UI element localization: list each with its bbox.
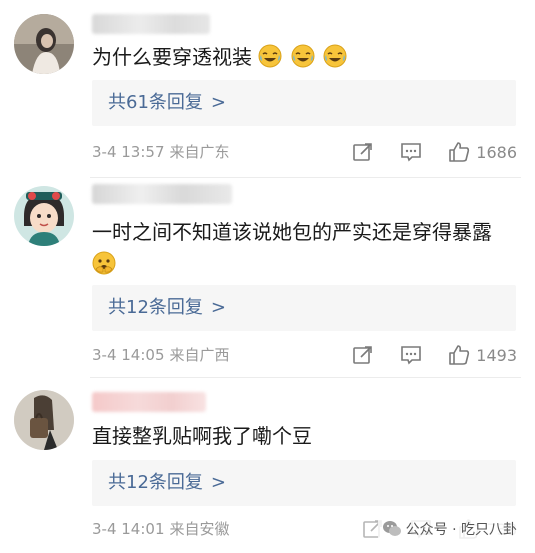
- laugh-cry-emoji-icon: [291, 44, 315, 68]
- replies-label: 共61条回复: [108, 92, 203, 113]
- laugh-cry-emoji-icon: [258, 44, 282, 68]
- comment-meta: 3-4 14:05 来自广西: [92, 344, 230, 366]
- username-blurred[interactable]: [92, 14, 210, 34]
- share-icon[interactable]: [352, 344, 374, 366]
- comment-body: 直接整乳贴啊我了嘞个豆: [92, 424, 312, 448]
- thumbs-up-icon[interactable]: [448, 141, 470, 163]
- comment-body: 为什么要穿透视装: [92, 45, 252, 69]
- comment-time: 3-4 14:01: [92, 520, 165, 538]
- comment-text: 一时之间不知道该说她包的严实还是穿得暴露: [92, 216, 517, 280]
- chevron-right-icon: >: [210, 472, 226, 493]
- view-replies-button[interactable]: 共12条回复 >: [92, 460, 516, 506]
- comment-meta: 3-4 13:57 来自广东: [92, 141, 230, 163]
- comment-body: 一时之间不知道该说她包的严实还是穿得暴露: [92, 220, 492, 244]
- avatar[interactable]: [14, 186, 74, 246]
- share-icon[interactable]: [352, 141, 374, 163]
- wechat-logo-icon: [382, 521, 401, 536]
- like-count: 1686: [476, 142, 517, 162]
- comment-time: 3-4 13:57: [92, 143, 165, 161]
- chevron-right-icon: >: [210, 297, 226, 318]
- laugh-cry-emoji-icon: [323, 44, 347, 68]
- replies-label: 共12条回复: [108, 472, 203, 493]
- comment-item: 为什么要穿透视装 共61条回复 > 3-4 13:57 来自广东 1686: [0, 0, 535, 178]
- chevron-right-icon: >: [210, 92, 226, 113]
- watermark-text: 公众号 · 吃只八卦: [405, 522, 517, 538]
- like-count: 1493: [476, 345, 517, 365]
- comment-location: 来自广东: [169, 143, 230, 161]
- replies-label: 共12条回复: [108, 297, 203, 318]
- watermark: 公众号 · 吃只八卦: [377, 517, 521, 541]
- comment-actions: 1686: [352, 139, 517, 165]
- comment-meta: 3-4 14:01 来自安徽: [92, 518, 230, 540]
- comment-text: 直接整乳贴啊我了嘞个豆: [92, 420, 517, 452]
- avatar[interactable]: [14, 390, 74, 450]
- comment-item: 一时之间不知道该说她包的严实还是穿得暴露 共12条回复 > 3-4 14:05 来自…: [0, 178, 535, 378]
- hush-emoji-icon: [92, 251, 116, 275]
- comment-actions: 1493: [352, 342, 517, 368]
- comment-time: 3-4 14:05: [92, 346, 165, 364]
- comment-location: 来自安徽: [169, 520, 230, 538]
- view-replies-button[interactable]: 共12条回复 >: [92, 285, 516, 331]
- username-blurred[interactable]: [92, 184, 232, 204]
- avatar[interactable]: [14, 14, 74, 74]
- comment-icon[interactable]: [400, 344, 422, 366]
- username-blurred[interactable]: [92, 392, 206, 412]
- view-replies-button[interactable]: 共61条回复 >: [92, 80, 516, 126]
- thumbs-up-icon[interactable]: [448, 344, 470, 366]
- comment-icon[interactable]: [400, 141, 422, 163]
- comment-text: 为什么要穿透视装: [92, 41, 517, 73]
- comment-location: 来自广西: [169, 346, 230, 364]
